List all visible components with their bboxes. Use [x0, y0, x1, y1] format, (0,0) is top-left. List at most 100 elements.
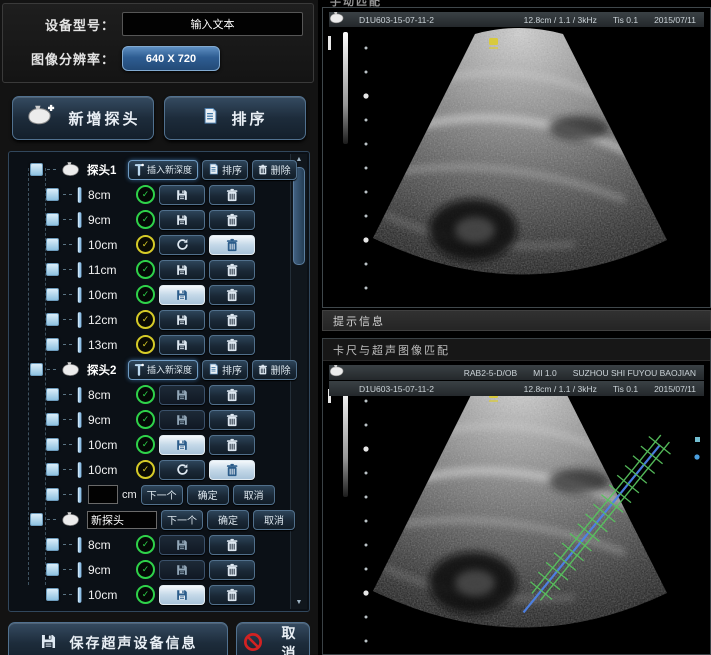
ultrasound-image-bottom: RAB2-5-D/OB MI 1.0 SUZHOU SHI FUYOU BAOJ… [323, 361, 710, 654]
depth-label: 10cm [88, 588, 132, 602]
depth-label: 10cm [88, 238, 132, 252]
delete-depth-button[interactable] [209, 260, 255, 280]
ultrasound-fan [323, 8, 710, 307]
depth-row: 12cm✓ [14, 308, 285, 331]
save-depth-button[interactable] [159, 210, 205, 230]
device-info-box: 设备型号： 图像分辨率： 640 X 720 [2, 3, 314, 83]
depth-icon [76, 386, 84, 404]
ultrasound-image-top: D1U603-15-07-11-2 12.8cm / 1.1 / 3kHz Ti… [322, 7, 711, 308]
depth-checkbox[interactable] [46, 188, 59, 201]
delete-depth-button[interactable] [209, 235, 255, 255]
no-entry-icon [243, 632, 263, 655]
status-green-icon: ✓ [136, 260, 155, 279]
probe-icon [328, 11, 346, 30]
device-model-input[interactable] [122, 12, 303, 36]
delete-depth-button[interactable] [209, 410, 255, 430]
depth-checkbox[interactable] [46, 213, 59, 226]
depth-checkbox[interactable] [46, 538, 59, 551]
depth-checkbox[interactable] [46, 463, 59, 476]
refresh-depth-button[interactable] [159, 235, 205, 255]
insert-depth-button[interactable]: 插入新深度 [128, 160, 198, 180]
status-green-icon: ✓ [136, 585, 155, 604]
save-depth-button[interactable] [159, 435, 205, 455]
probe-checkbox[interactable] [30, 363, 43, 376]
depth-label: 10cm [88, 288, 132, 302]
delete-probe-button[interactable]: 删除 [252, 160, 297, 180]
depth-checkbox[interactable] [46, 338, 59, 351]
resolution-button[interactable]: 640 X 720 [122, 46, 220, 71]
save-depth-button[interactable] [159, 260, 205, 280]
scan-date: 2015/07/11 [654, 384, 696, 394]
next-button[interactable]: 下一个 [161, 510, 203, 530]
save-depth-button[interactable] [159, 310, 205, 330]
probe-checkbox[interactable] [30, 163, 43, 176]
sort-depths-button[interactable]: 排序 [202, 160, 248, 180]
next-button[interactable]: 下一个 [141, 485, 183, 505]
save-depth-button[interactable] [159, 335, 205, 355]
delete-depth-button[interactable] [209, 185, 255, 205]
ultrasound-config-app: 设备型号： 图像分辨率： 640 X 720 新增探头 排序 探头1插入新深度排… [0, 0, 711, 655]
delete-depth-button[interactable] [209, 435, 255, 455]
probe-tree: 探头1插入新深度排序删除8cm✓9cm✓10cm✓11cm✓10cm✓12cm✓… [8, 151, 310, 612]
save-depth-button[interactable] [159, 410, 205, 430]
scrollbar-thumb[interactable] [293, 167, 305, 265]
scan-params: 12.8cm / 1.1 / 3kHz [524, 384, 597, 394]
match-bar: 卡尺与超声图像匹配 [323, 339, 710, 361]
device-id: D1U603-15-07-11-2 [359, 15, 434, 25]
scroll-down-arrow[interactable]: ▼ [292, 597, 306, 609]
confirm-button[interactable]: 确定 [207, 510, 249, 530]
probe-checkbox[interactable] [30, 513, 43, 526]
tree-scrollbar[interactable]: ▲ ▼ [290, 154, 307, 609]
new-depth-input[interactable] [88, 485, 118, 504]
save-depth-button[interactable] [159, 185, 205, 205]
insert-depth-button[interactable]: 插入新深度 [128, 360, 198, 380]
delete-depth-button[interactable] [209, 385, 255, 405]
add-probe-button[interactable]: 新增探头 [12, 96, 154, 140]
depth-checkbox[interactable] [46, 388, 59, 401]
delete-depth-button[interactable] [209, 560, 255, 580]
depth-icon [76, 486, 84, 504]
delete-depth-button[interactable] [209, 585, 255, 605]
depth-checkbox[interactable] [46, 563, 59, 576]
depth-checkbox[interactable] [46, 288, 59, 301]
delete-depth-button[interactable] [209, 535, 255, 555]
device-model-label: 设备型号： [13, 15, 115, 34]
delete-depth-button[interactable] [209, 210, 255, 230]
save-depth-button[interactable] [159, 585, 205, 605]
depth-checkbox[interactable] [46, 263, 59, 276]
cancel-edit-button[interactable]: 取消 [233, 485, 275, 505]
save-depth-button[interactable] [159, 560, 205, 580]
depth-label: 12cm [88, 313, 132, 327]
tis-value: Tis 0.1 [613, 15, 638, 25]
depth-icon [76, 436, 84, 454]
depth-icon [76, 236, 84, 254]
depth-checkbox[interactable] [46, 438, 59, 451]
depth-label: 9cm [88, 213, 132, 227]
depth-checkbox[interactable] [46, 588, 59, 601]
confirm-button[interactable]: 确定 [187, 485, 229, 505]
depth-checkbox[interactable] [46, 313, 59, 326]
save-depth-button[interactable] [159, 535, 205, 555]
sort-depths-button[interactable]: 排序 [202, 360, 248, 380]
depth-icon [76, 286, 84, 304]
depth-icon [76, 186, 84, 204]
depth-checkbox[interactable] [46, 413, 59, 426]
probe-model: RAB2-5-D/OB [464, 368, 517, 378]
save-device-button[interactable]: 保存超声设备信息 [8, 622, 228, 655]
depth-label: 13cm [88, 338, 132, 352]
image-header: D1U603-15-07-11-2 12.8cm / 1.1 / 3kHz Ti… [329, 12, 704, 27]
refresh-depth-button[interactable] [159, 460, 205, 480]
delete-depth-button[interactable] [209, 460, 255, 480]
depth-checkbox[interactable] [46, 488, 59, 501]
delete-probe-button[interactable]: 删除 [252, 360, 297, 380]
cancel-button[interactable]: 取消 [236, 622, 310, 655]
delete-depth-button[interactable] [209, 335, 255, 355]
delete-depth-button[interactable] [209, 285, 255, 305]
save-depth-button[interactable] [159, 285, 205, 305]
delete-depth-button[interactable] [209, 310, 255, 330]
new-probe-name-input[interactable] [87, 511, 157, 529]
save-depth-button[interactable] [159, 385, 205, 405]
cancel-edit-button[interactable]: 取消 [253, 510, 295, 530]
depth-checkbox[interactable] [46, 238, 59, 251]
sort-probes-button[interactable]: 排序 [164, 96, 306, 140]
